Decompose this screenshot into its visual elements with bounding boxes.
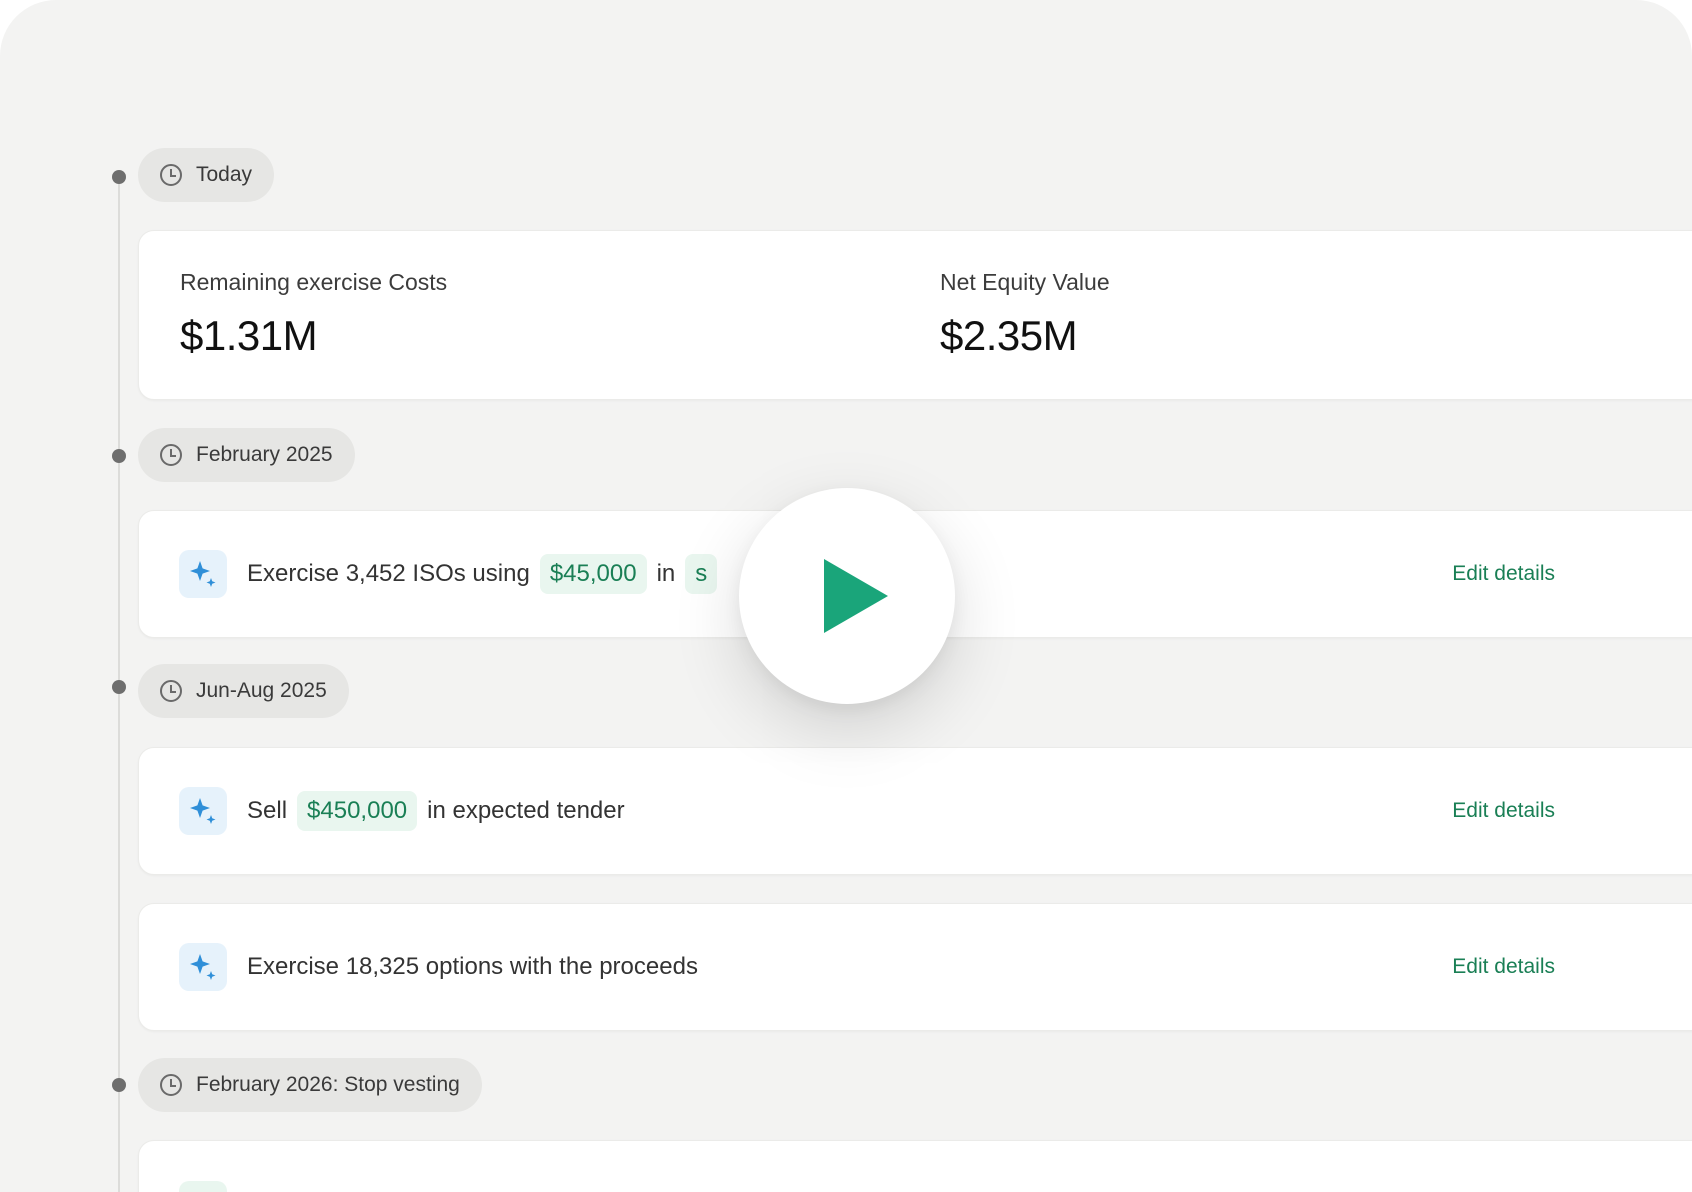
remaining-exercise-costs: Remaining exercise Costs $1.31M (180, 269, 447, 360)
action-prefix: Exercise 3,452 ISOs using (247, 560, 530, 587)
timeline-dot (112, 680, 126, 694)
stage-label: Today (196, 163, 253, 186)
clock-icon (160, 444, 182, 466)
stage-pill-february-2025: February 2025 (138, 428, 355, 482)
clock-icon (160, 680, 182, 702)
action-suffix: in expected tender (427, 797, 625, 824)
clock-icon (160, 164, 182, 186)
net-equity-value: Net Equity Value $2.35M (940, 269, 1110, 360)
stage-label: Jun-Aug 2025 (196, 679, 327, 702)
action-description: Exercise 18,325 options with the proceed… (247, 953, 698, 980)
play-video-button[interactable] (739, 488, 955, 704)
metric-value: $1.31M (180, 312, 318, 359)
source-chip[interactable]: s (685, 554, 718, 594)
sparkle-icon (179, 943, 227, 991)
metric-label: Remaining exercise Costs (180, 269, 448, 295)
summary-card: Remaining exercise Costs $1.31M Net Equi… (138, 230, 1692, 400)
amount-chip[interactable]: $45,000 (539, 554, 647, 594)
timeline-dot (112, 1078, 126, 1092)
action-text: Exercise 3,452 ISOs using $45,000 in s (247, 554, 718, 594)
sparkle-icon (179, 787, 227, 835)
amount-chip[interactable]: $450,000 (297, 791, 418, 831)
action-text: Sell $450,000 in expected tender (247, 791, 625, 831)
sparkle-icon (179, 1181, 227, 1192)
clock-icon (160, 1074, 182, 1096)
edit-details-link[interactable]: Edit details (1452, 955, 1555, 979)
timeline-dot (112, 449, 126, 463)
action-card-partial (138, 1140, 1692, 1192)
action-card-exercise-options: Exercise 18,325 options with the proceed… (138, 903, 1692, 1031)
edit-details-link[interactable]: Edit details (1452, 799, 1555, 823)
stage-pill-today: Today (138, 148, 275, 202)
action-suffix: in (656, 560, 676, 587)
stage-pill-february-2026: February 2026: Stop vesting (138, 1058, 482, 1112)
action-prefix: Sell (247, 797, 288, 824)
stage-label: February 2025 (196, 443, 333, 466)
metric-value: $2.35M (940, 312, 1078, 359)
stage-pill-jun-aug-2025: Jun-Aug 2025 (138, 664, 349, 718)
stage-label: February 2026: Stop vesting (196, 1073, 460, 1096)
action-card-sell-tender: Sell $450,000 in expected tender Edit de… (138, 747, 1692, 875)
action-text: Exercise 18,325 options with the proceed… (247, 953, 698, 981)
metric-label: Net Equity Value (940, 269, 1110, 295)
timeline-panel: Today Remaining exercise Costs $1.31M Ne… (0, 0, 1692, 1192)
play-icon (824, 559, 888, 633)
edit-details-link[interactable]: Edit details (1452, 562, 1555, 586)
sparkle-icon (179, 550, 227, 598)
timeline-dot (112, 170, 126, 184)
